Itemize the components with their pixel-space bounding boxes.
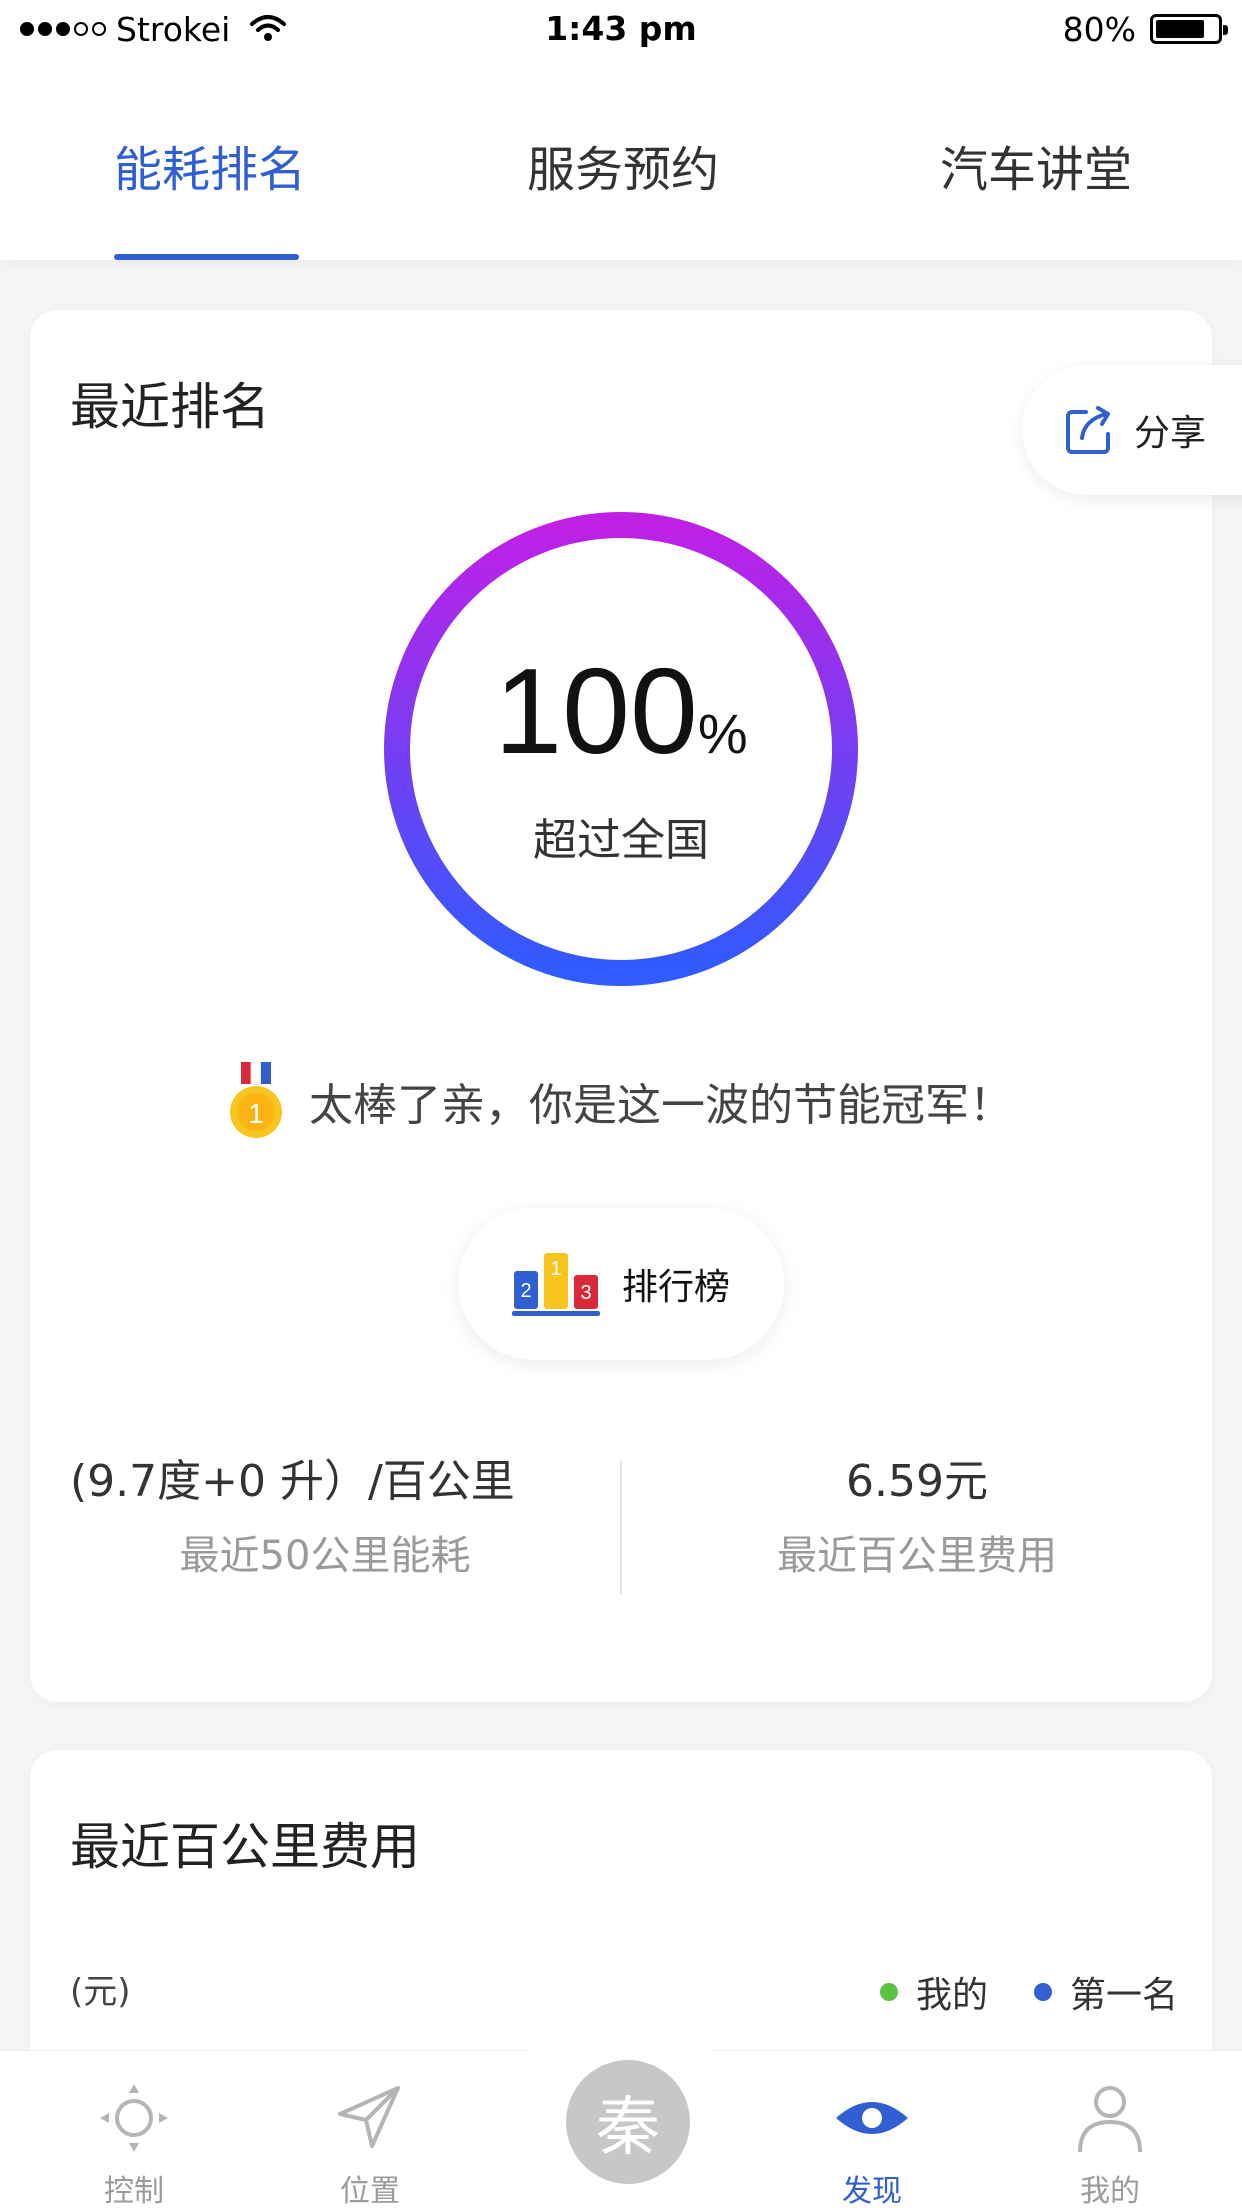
top-tabs: 能耗排名 服务预约 汽车讲堂 [0, 58, 1242, 260]
stat-cost-value: 6.59元 [846, 1456, 988, 1507]
leaderboard-button[interactable]: 2 1 3 排行榜 [458, 1208, 784, 1360]
energy-stats: (9.7度+0 升）/百公里 最近50公里能耗 6.59元 最近百公里费用 [30, 1460, 1212, 1610]
tab-energy-ranking[interactable]: 能耗排名 [114, 146, 306, 194]
status-time: 1:43 pm [545, 9, 697, 48]
nav-profile[interactable]: 我的 [1030, 2080, 1190, 2208]
ranking-percent-sign: % [697, 702, 748, 765]
stat-cost-label: 最近百公里费用 [777, 1533, 1057, 1579]
nav-center-logo-button[interactable]: 秦 [566, 2060, 690, 2184]
svg-text:2: 2 [520, 1280, 531, 1302]
ranking-card: 最近排名 100% 超过全国 1 太棒了亲，你是这一波的节能冠军！ 2 1 3 … [30, 310, 1212, 1702]
leaderboard-label: 排行榜 [621, 1267, 730, 1308]
svg-text:3: 3 [580, 1282, 591, 1304]
eye-icon [836, 2102, 908, 2134]
svg-text:1: 1 [248, 1098, 264, 1129]
nav-location-label: 位置 [340, 2174, 400, 2208]
stat-energy-value: (9.7度+0 升）/百公里 [70, 1456, 515, 1507]
stat-energy-label: 最近50公里能耗 [179, 1533, 471, 1579]
location-arrow-icon [338, 2086, 400, 2148]
legend-dot-first [1033, 1983, 1052, 2001]
nav-profile-label: 我的 [1080, 2174, 1140, 2208]
status-right: 80% [1062, 6, 1228, 52]
nav-discover-label: 发现 [842, 2174, 902, 2208]
ranking-percent-value: 100 [494, 643, 698, 779]
tab-service-booking[interactable]: 服务预约 [527, 146, 719, 194]
svg-text:1: 1 [550, 1258, 561, 1280]
medal-text: 太棒了亲，你是这一波的节能冠军！ [309, 1080, 1013, 1131]
stat-cost: 6.59元 最近百公里费用 [622, 1456, 1212, 1579]
podium-icon: 2 1 3 [511, 1253, 600, 1316]
share-label: 分享 [1134, 413, 1207, 454]
brand-logo-glyph: 秦 [596, 2091, 660, 2165]
nav-control-label: 控制 [104, 2174, 164, 2208]
cost-title: 最近百公里费用 [70, 1818, 420, 1876]
share-icon [1066, 406, 1110, 454]
stat-energy: (9.7度+0 升）/百公里 最近50公里能耗 [30, 1456, 620, 1579]
legend-label-first: 第一名 [1069, 1975, 1178, 2016]
battery-percent: 80% [1062, 9, 1136, 49]
profile-icon [1078, 2086, 1142, 2153]
ranking-title: 最近排名 [70, 378, 270, 436]
legend-dot-mine [879, 1983, 898, 2001]
status-bar: Strokei 1:43 pm 80% [0, 0, 1242, 58]
cost-unit-label: (元) [70, 1972, 131, 2012]
legend-item-first: 第一名 [1033, 1966, 1178, 2018]
share-button[interactable]: 分享 [1022, 365, 1242, 495]
ranking-percent: 100% [380, 650, 862, 772]
ranking-caption: 超过全国 [533, 815, 709, 866]
nav-discover[interactable]: 发现 [792, 2080, 952, 2208]
gold-medal-icon: 1 [230, 1062, 282, 1138]
battery-icon [1150, 14, 1228, 44]
active-tab-indicator [114, 254, 299, 260]
control-icon [100, 2084, 168, 2152]
cost-legend: 我的 第一名 [879, 1966, 1178, 2018]
nav-location[interactable]: 位置 [290, 2080, 450, 2208]
battery-fill [1156, 20, 1204, 38]
legend-item-mine: 我的 [879, 1966, 988, 2018]
medal-message: 1 太棒了亲，你是这一波的节能冠军！ [30, 1062, 1212, 1140]
nav-control[interactable]: 控制 [54, 2080, 214, 2208]
tab-car-lecture[interactable]: 汽车讲堂 [940, 146, 1132, 194]
legend-label-mine: 我的 [915, 1975, 988, 2016]
